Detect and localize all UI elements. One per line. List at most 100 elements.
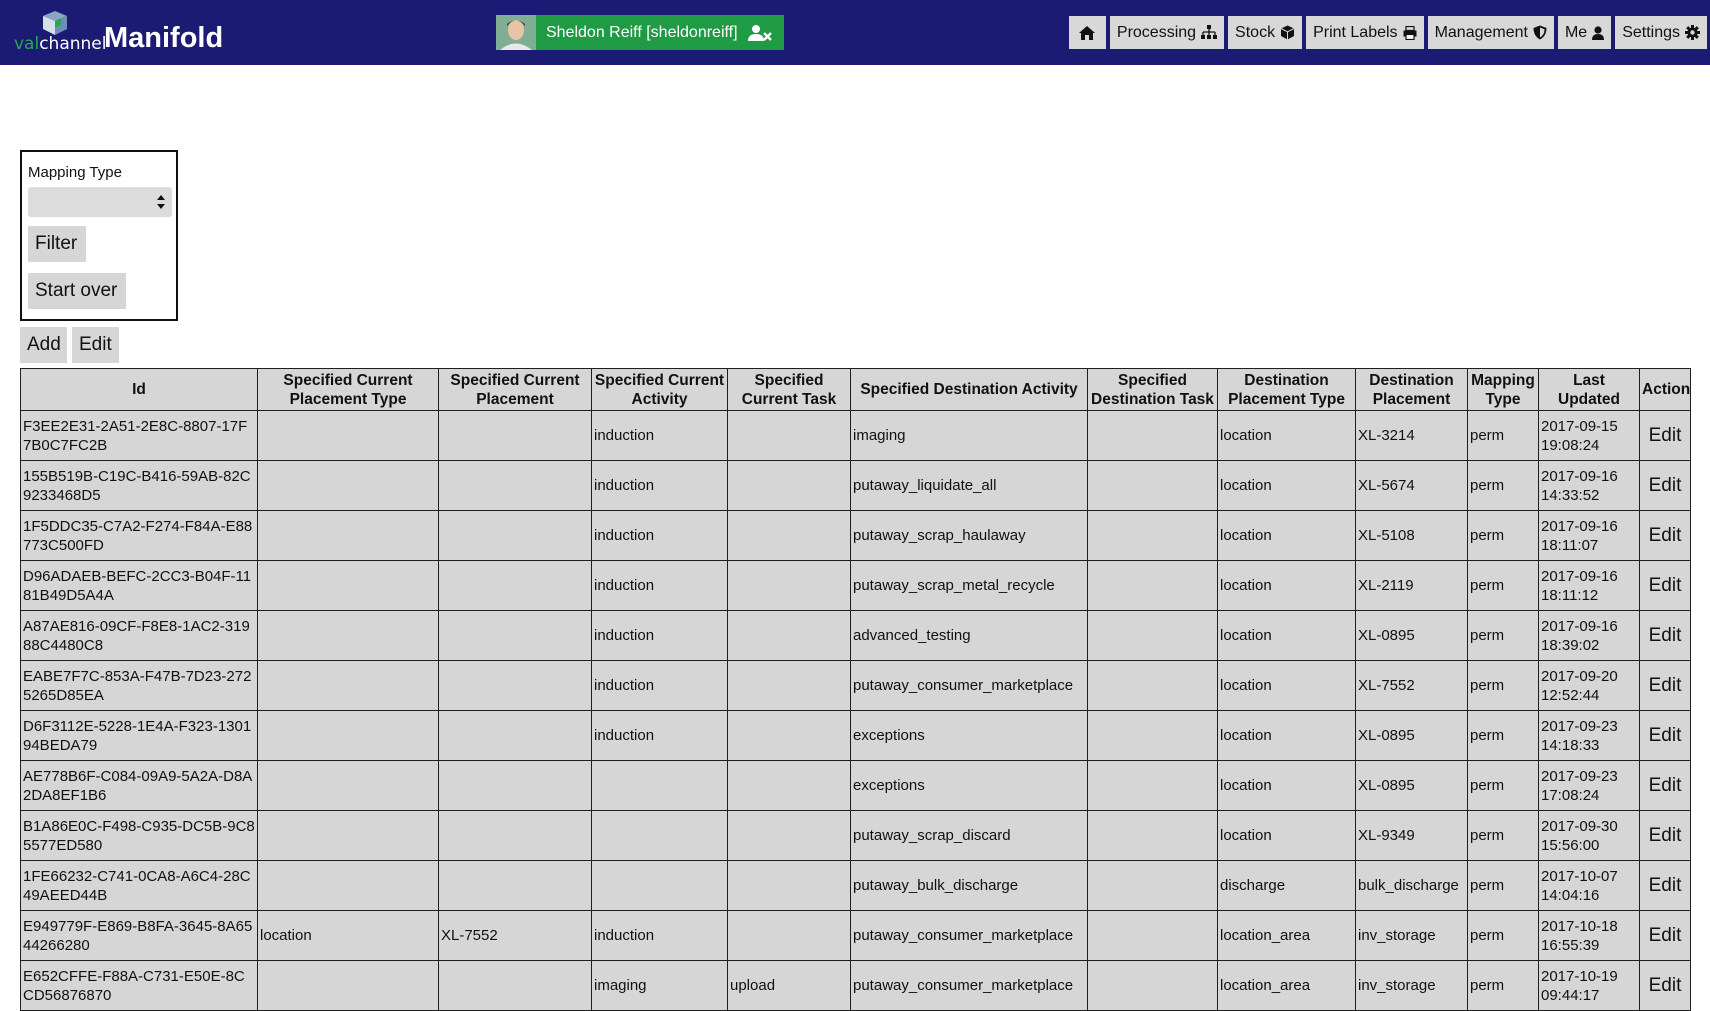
start-over-button[interactable]: Start over (28, 273, 126, 309)
filter-panel: Mapping Type Filter Start over (20, 150, 178, 321)
table-cell: putaway_scrap_metal_recycle (850, 560, 1088, 611)
table-cell (438, 760, 592, 811)
table-cell: induction (591, 460, 728, 511)
table-row: 1F5DDC35-C7A2-F274-F84A-E88773C500FD indu… (20, 510, 1691, 561)
table-cell (727, 560, 851, 611)
select-arrows-icon (157, 195, 165, 209)
table-cell: bulk_discharge (1355, 860, 1468, 911)
table-cell: D6F3112E-5228-1E4A-F323-130194BEDA79 (20, 710, 258, 761)
table-cell: location (1217, 610, 1356, 661)
table-cell (257, 660, 439, 711)
app-title: Manifold (104, 22, 224, 54)
table-cell (1087, 760, 1218, 811)
table-cell: 2017-09-16 14:33:52 (1538, 460, 1640, 511)
add-button[interactable]: Add (20, 327, 67, 363)
column-header: Id (20, 368, 258, 411)
table-cell: putaway_consumer_marketplace (850, 910, 1088, 961)
nav-label: Processing (1116, 23, 1197, 41)
table-cell: inv_storage (1355, 910, 1468, 961)
nav-label: Settings (1622, 23, 1680, 41)
table-cell: 2017-10-07 14:04:16 (1538, 860, 1640, 911)
table-cell: induction (591, 510, 728, 561)
table-cell: perm (1467, 560, 1539, 611)
table-cell: A87AE816-09CF-F8E8-1AC2-31988C4480C8 (20, 610, 258, 661)
row-edit-link[interactable]: Edit (1639, 960, 1691, 1011)
column-header: Specified Destination Activity (850, 368, 1088, 411)
table-cell: 2017-09-23 17:08:24 (1538, 760, 1640, 811)
column-header: Specified Current Task (727, 368, 851, 411)
nav-stock-button[interactable]: Stock (1228, 16, 1303, 49)
filter-button[interactable]: Filter (28, 226, 86, 262)
nav-print-labels-button[interactable]: Print Labels (1306, 16, 1424, 49)
table-cell: 2017-09-16 18:39:02 (1538, 610, 1640, 661)
table-cell: putaway_consumer_marketplace (850, 660, 1088, 711)
table-cell (438, 510, 592, 561)
table-cell: perm (1467, 610, 1539, 661)
table-cell: induction (591, 610, 728, 661)
table-cell: location (1217, 660, 1356, 711)
table-cell (1087, 610, 1218, 661)
table-cell (257, 510, 439, 561)
table-cell (1087, 460, 1218, 511)
table-cell: XL-9349 (1355, 810, 1468, 861)
table-cell (727, 710, 851, 761)
cube-icon (1280, 25, 1295, 40)
header-row: Id Specified Current Placement Type Specif… (20, 368, 1691, 411)
row-edit-link[interactable]: Edit (1639, 610, 1691, 661)
table-cell: perm (1467, 910, 1539, 961)
table-cell: B1A86E0C-F498-C935-DC5B-9C85577ED580 (20, 810, 258, 861)
table-row: AE778B6F-C084-09A9-5A2A-D8A2DA8EF1B6 exce… (20, 760, 1691, 811)
column-header: Last Updated (1538, 368, 1640, 411)
table-cell: perm (1467, 960, 1539, 1011)
table-cell (438, 960, 592, 1011)
home-icon (1078, 25, 1096, 41)
user-name: Sheldon Reiff [sheldonreiff] (546, 23, 738, 41)
edit-button[interactable]: Edit (72, 327, 119, 363)
row-edit-link[interactable]: Edit (1639, 910, 1691, 961)
table-cell: XL-7552 (1355, 660, 1468, 711)
table-body: F3EE2E31-2A51-2E8C-8807-17F7B0C7FC2B indu… (20, 410, 1691, 1011)
column-header: Destination Placement (1355, 368, 1468, 411)
table-cell: 1F5DDC35-C7A2-F274-F84A-E88773C500FD (20, 510, 258, 561)
table-cell: location (1217, 460, 1356, 511)
row-edit-link[interactable]: Edit (1639, 660, 1691, 711)
table-cell: perm (1467, 660, 1539, 711)
table-cell (591, 860, 728, 911)
table-cell: 2017-09-15 19:08:24 (1538, 410, 1640, 461)
table-cell: putaway_liquidate_all (850, 460, 1088, 511)
table-cell (727, 810, 851, 861)
nav-management-button[interactable]: Management (1427, 16, 1554, 49)
row-edit-link[interactable]: Edit (1639, 460, 1691, 511)
row-edit-link[interactable]: Edit (1639, 760, 1691, 811)
nav-home-button[interactable] (1068, 16, 1106, 49)
table-cell: putaway_scrap_discard (850, 810, 1088, 861)
table-cell: induction (591, 710, 728, 761)
row-edit-link[interactable]: Edit (1639, 410, 1691, 461)
table-cell: imaging (850, 410, 1088, 461)
table-cell (1087, 810, 1218, 861)
table-cell: discharge (1217, 860, 1356, 911)
mapping-type-select[interactable] (28, 187, 172, 217)
sitemap-icon (1201, 25, 1218, 40)
row-edit-link[interactable]: Edit (1639, 560, 1691, 611)
table-cell (257, 760, 439, 811)
table-cell (591, 810, 728, 861)
logo-wordmark-small: valchannel (14, 34, 107, 54)
row-edit-link[interactable]: Edit (1639, 860, 1691, 911)
nav-processing-button[interactable]: Processing (1109, 16, 1225, 49)
table-cell: location (1217, 510, 1356, 561)
current-user-badge[interactable]: Sheldon Reiff [sheldonreiff] (496, 15, 784, 50)
nav-settings-button[interactable]: Settings (1615, 16, 1707, 49)
table-cell: advanced_testing (850, 610, 1088, 661)
user-times-icon[interactable] (747, 24, 772, 42)
row-edit-link[interactable]: Edit (1639, 810, 1691, 861)
nav-me-button[interactable]: Me (1557, 16, 1612, 49)
table-cell: 2017-09-16 18:11:12 (1538, 560, 1640, 611)
table-cell: perm (1467, 760, 1539, 811)
table-cell: XL-3214 (1355, 410, 1468, 461)
row-edit-link[interactable]: Edit (1639, 510, 1691, 561)
nav-label: Print Labels (1313, 23, 1398, 41)
table-cell (438, 460, 592, 511)
row-edit-link[interactable]: Edit (1639, 710, 1691, 761)
table-cell: location (1217, 810, 1356, 861)
